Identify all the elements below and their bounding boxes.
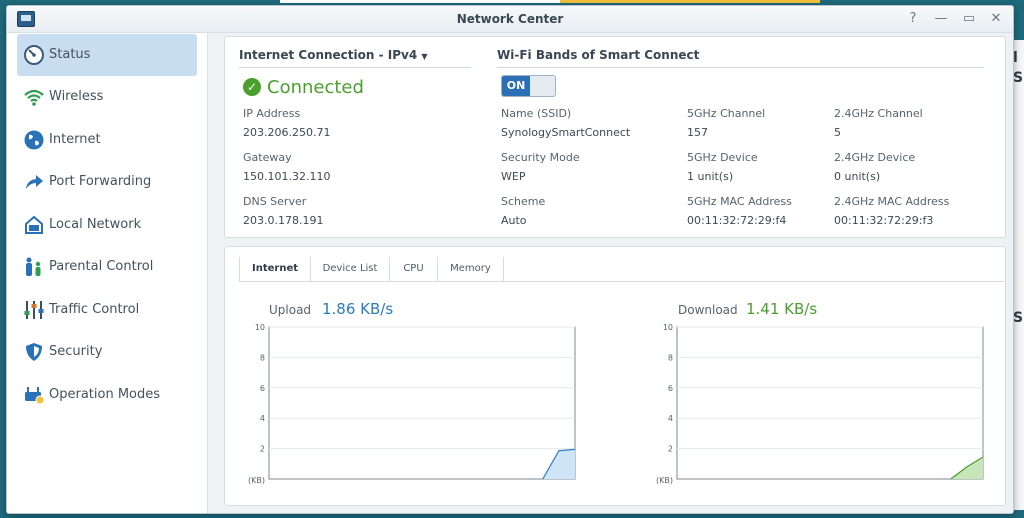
scheme-value: Auto <box>501 214 527 227</box>
internet-connection-label: Internet Connection - IPv4 <box>239 48 418 62</box>
desktop-accent-strip <box>560 0 820 3</box>
wifi-bands-title: Wi-Fi Bands of Smart Connect <box>497 48 700 62</box>
dropdown-arrow-icon: ▼ <box>421 52 428 61</box>
dns-server-value: 203.0.178.191 <box>243 214 324 227</box>
sidebar-item-label: Local Network <box>49 217 142 232</box>
sidebar-item-operation-modes[interactable]: Operation Modes <box>17 374 197 416</box>
download-rate: 1.41 KB/s <box>746 300 818 318</box>
security-mode-label: Security Mode <box>501 151 580 164</box>
shield-icon <box>26 343 42 361</box>
dns-server-label: DNS Server <box>243 195 307 208</box>
status-panel: Internet Connection - IPv4 ▼ ✓ Connected… <box>224 36 1006 238</box>
gateway-label: Gateway <box>243 151 292 164</box>
sidebar-item-local-network[interactable]: Local Network <box>17 204 197 246</box>
titlebar[interactable]: Network Center ? — ▭ ✕ <box>7 6 1013 33</box>
upload-tick-label: 4 <box>260 414 265 423</box>
wifi-icon <box>24 89 44 106</box>
globe-icon <box>24 130 44 150</box>
sidebar: Status Wireless Internet Port Forwarding <box>7 33 208 513</box>
sidebar-item-traffic-control[interactable]: Traffic Control <box>17 289 197 331</box>
24ghz-channel-label: 2.4GHz Channel <box>834 107 923 120</box>
5ghz-device-value: 1 unit(s) <box>687 170 734 183</box>
5ghz-channel-label: 5GHz Channel <box>687 107 766 120</box>
download-unit-label: (KB) <box>656 476 673 485</box>
upload-tick-label: 6 <box>260 384 265 393</box>
toggle-on-label: ON <box>502 76 530 96</box>
tab-device-list[interactable]: Device List <box>311 257 390 281</box>
security-mode-value: WEP <box>501 170 526 183</box>
sidebar-item-security[interactable]: Security <box>17 331 197 373</box>
sidebar-item-label: Internet <box>49 132 101 147</box>
tab-internet[interactable]: Internet <box>239 257 311 281</box>
24ghz-channel-value: 5 <box>834 126 841 139</box>
check-icon: ✓ <box>243 78 261 96</box>
upload-tick-label: 8 <box>260 353 265 362</box>
download-label: Download <box>678 303 738 317</box>
5ghz-channel-value: 157 <box>687 126 708 139</box>
sidebar-item-internet[interactable]: Internet <box>17 119 197 161</box>
tab-cpu[interactable]: CPU <box>390 257 438 281</box>
main-content: Internet Connection - IPv4 ▼ ✓ Connected… <box>208 33 1013 513</box>
gateway-value: 150.101.32.110 <box>243 170 331 183</box>
tab-memory[interactable]: Memory <box>438 257 504 281</box>
ip-address-label: IP Address <box>243 107 301 120</box>
download-tick-label: 4 <box>668 414 673 423</box>
download-tick-label: 8 <box>668 353 673 362</box>
upload-plot-area <box>268 326 576 480</box>
24ghz-mac-label: 2.4GHz MAC Address <box>834 195 950 208</box>
sidebar-item-label: Parental Control <box>49 259 154 274</box>
section-divider <box>239 67 471 68</box>
section-divider <box>497 67 984 68</box>
download-tick-label: 6 <box>668 384 673 393</box>
sidebar-item-label: Traffic Control <box>49 302 140 317</box>
sidebar-item-status[interactable]: Status <box>17 34 197 76</box>
traffic-panel: Internet Device List CPU Memory Upload 1… <box>224 246 1006 506</box>
connection-status: Connected <box>267 77 364 98</box>
24ghz-device-label: 2.4GHz Device <box>834 151 916 164</box>
sidebar-item-label: Port Forwarding <box>49 174 152 189</box>
close-icon[interactable]: ✕ <box>987 11 1005 27</box>
smart-connect-toggle[interactable]: ON <box>501 75 556 97</box>
upload-chart: 2 4 6 8 10 (KB) <box>248 323 576 485</box>
sidebar-item-label: Wireless <box>49 89 104 104</box>
internet-connection-title[interactable]: Internet Connection - IPv4 ▼ <box>239 48 428 62</box>
sidebar-item-label: Status <box>49 47 91 62</box>
upload-label: Upload <box>269 303 312 317</box>
sidebar-item-wireless[interactable]: Wireless <box>17 76 197 118</box>
minimize-icon[interactable]: — <box>932 11 950 27</box>
upload-unit-label: (KB) <box>248 476 265 485</box>
5ghz-mac-value: 00:11:32:72:29:f4 <box>687 214 787 227</box>
router-icon <box>25 387 45 405</box>
24ghz-mac-value: 00:11:32:72:29:f3 <box>834 214 934 227</box>
sidebar-item-parental-control[interactable]: Parental Control <box>17 246 197 288</box>
tabs-divider <box>239 281 1005 282</box>
window-title: Network Center <box>456 12 564 26</box>
scheme-label: Scheme <box>501 195 546 208</box>
arrow-icon <box>26 175 43 189</box>
local-network-icon <box>25 215 43 234</box>
24ghz-device-value: 0 unit(s) <box>834 170 881 183</box>
download-plot-area <box>676 326 984 480</box>
download-tick-label: 10 <box>663 323 673 332</box>
ssid-label: Name (SSID) <box>501 107 572 120</box>
upload-rate: 1.86 KB/s <box>322 300 394 318</box>
network-center-window: Network Center ? — ▭ ✕ Status Wireless I… <box>6 5 1014 514</box>
sliders-icon <box>24 301 44 319</box>
sidebar-item-label: Security <box>49 344 103 359</box>
upload-tick-label: 2 <box>260 445 265 454</box>
family-icon <box>26 257 41 276</box>
gauge-icon <box>24 45 44 65</box>
download-chart: 2 4 6 8 10 (KB) <box>656 323 984 485</box>
help-icon[interactable]: ? <box>904 11 922 27</box>
5ghz-mac-label: 5GHz MAC Address <box>687 195 792 208</box>
upload-tick-label: 10 <box>255 323 265 332</box>
sidebar-item-label: Operation Modes <box>49 387 161 402</box>
download-tick-label: 2 <box>668 445 673 454</box>
maximize-icon[interactable]: ▭ <box>960 11 978 27</box>
ip-address-value: 203.206.250.71 <box>243 126 331 139</box>
ssid-value: SynologySmartConnect <box>501 126 631 139</box>
sidebar-item-port-forwarding[interactable]: Port Forwarding <box>17 161 197 203</box>
5ghz-device-label: 5GHz Device <box>687 151 758 164</box>
